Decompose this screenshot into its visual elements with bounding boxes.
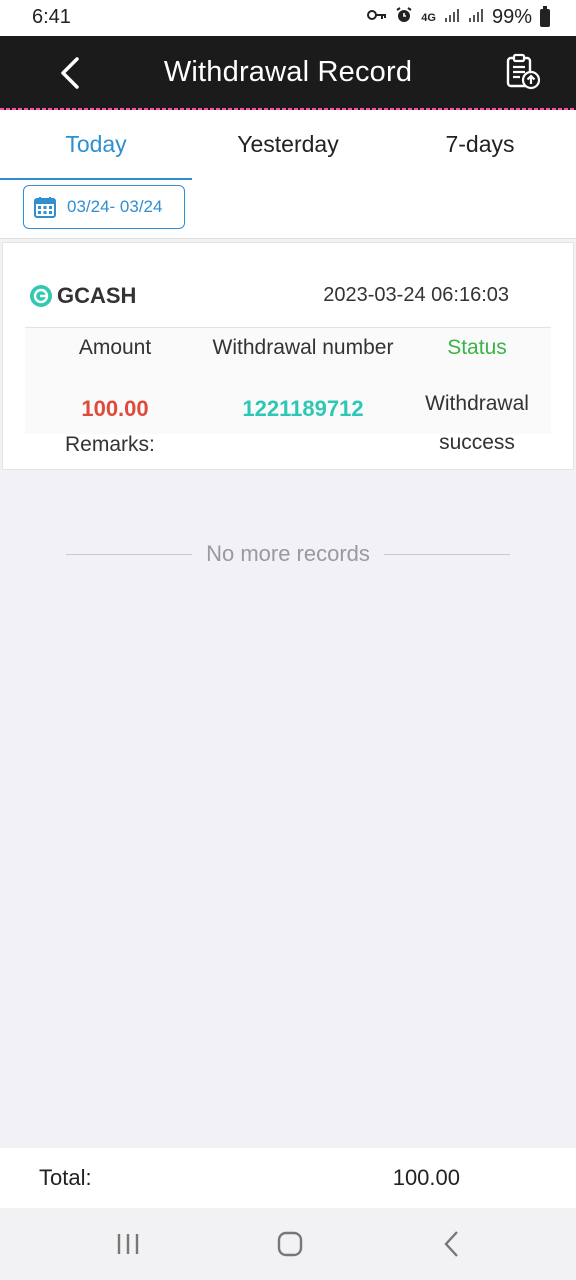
date-range-label: 03/24- 03/24 [67, 197, 163, 216]
record-details: Amount Withdrawal number Status 100.00 1… [25, 328, 551, 454]
no-more-records: No more records [66, 538, 510, 570]
clipboard-upload-icon [506, 53, 541, 90]
total-bar: Total: 100.00 [0, 1148, 576, 1208]
signal-icon [444, 7, 460, 28]
date-range-row: 03/24- 03/24 [0, 180, 576, 239]
home-icon [277, 1231, 303, 1257]
date-range-button[interactable]: 03/24- 03/24 [23, 185, 185, 229]
back-arrow-icon [444, 1231, 458, 1257]
export-record-button[interactable] [504, 53, 544, 93]
withdrawal-number-value: 1221189712 [242, 396, 364, 421]
battery-icon [540, 5, 550, 27]
status-bar: 6:41 4G 99% [0, 0, 576, 36]
tab-today[interactable]: Today [0, 110, 192, 181]
status-value: Withdrawal success [401, 384, 553, 462]
recent-apps-button[interactable] [108, 1226, 148, 1262]
status-value-line2: success [439, 431, 515, 454]
system-nav-bar [0, 1208, 576, 1280]
tab-7-days[interactable]: 7-days [384, 110, 576, 180]
amount-header: Amount [78, 336, 152, 359]
tab-yesterday[interactable]: Yesterday [192, 110, 384, 180]
key-icon [367, 8, 387, 27]
divider-left [66, 553, 193, 555]
status-icons: 4G 99% [367, 5, 550, 29]
record-datetime: 2023-03-24 06:16:03 [323, 284, 509, 306]
home-button[interactable] [270, 1226, 310, 1262]
signal-icon-2 [468, 7, 484, 28]
status-time: 6:41 [32, 6, 71, 28]
calendar-icon [34, 197, 56, 218]
withdrawal-number-header: Withdrawal number [212, 336, 394, 359]
amount-value: 100.00 [81, 396, 149, 421]
date-tabs: Today Yesterday 7-days [0, 110, 576, 181]
alarm-icon [395, 6, 413, 29]
total-label: Total: [39, 1165, 92, 1190]
battery-percent: 99% [491, 6, 532, 28]
no-more-records-text: No more records [206, 541, 370, 566]
payment-method-name: GCASH [57, 283, 137, 308]
withdrawal-record-card[interactable]: GCASH 2023-03-24 06:16:03 Amount Withdra… [2, 242, 574, 470]
status-value-line1: Withdrawal [425, 392, 529, 415]
total-value: 100.00 [392, 1165, 460, 1190]
network-type-icon: 4G [421, 11, 436, 24]
divider-right [383, 553, 510, 555]
page-title: Withdrawal Record [163, 56, 413, 88]
gcash-logo-icon [30, 285, 52, 307]
status-header: Status [447, 336, 507, 359]
recent-apps-icon [117, 1234, 139, 1254]
app-header: Withdrawal Record [0, 36, 576, 110]
remarks-label: Remarks: [65, 433, 155, 456]
system-back-button[interactable] [432, 1226, 472, 1262]
payment-method: GCASH [29, 283, 136, 309]
